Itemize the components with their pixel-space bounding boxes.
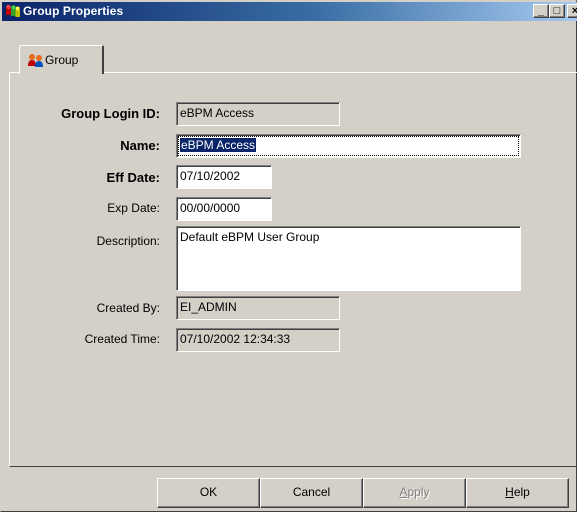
eff-date-label: Eff Date: [106, 170, 160, 185]
title-bar[interactable]: Group Properties _ □ × [2, 2, 577, 21]
name-input[interactable]: eBPM Access [176, 134, 521, 158]
group-login-id-field: eBPM Access [176, 102, 340, 126]
maximize-button[interactable]: □ [549, 4, 565, 18]
apply-button[interactable]: Apply [363, 478, 466, 508]
group-icon [28, 54, 43, 67]
tab-strip: Group [9, 42, 577, 74]
exp-date-value: 00/00/0000 [180, 201, 241, 215]
name-value: eBPM Access [180, 138, 257, 152]
created-by-label: Created By: [96, 301, 160, 315]
exp-date-label: Exp Date: [107, 201, 160, 215]
description-value: Default eBPM User Group [180, 230, 320, 244]
created-time-value: 07/10/2002 12:34:33 [180, 332, 291, 346]
name-label: Name: [120, 138, 160, 153]
tab-group-label: Group [45, 53, 79, 67]
tab-group[interactable]: Group [19, 45, 104, 74]
created-by-value: EI_ADMIN [180, 300, 237, 314]
group-app-icon [6, 4, 20, 17]
group-login-id-label: Group Login ID: [61, 106, 160, 121]
created-time-field: 07/10/2002 12:34:33 [176, 328, 340, 352]
ok-button[interactable]: OK [157, 478, 260, 508]
description-textarea[interactable]: Default eBPM User Group [176, 226, 521, 291]
exp-date-input[interactable]: 00/00/0000 [176, 197, 272, 221]
group-tab-panel: Group Login ID: eBPM Access Name: eBPM A… [9, 72, 577, 467]
window-title: Group Properties [23, 4, 124, 18]
group-properties-window: Group Properties _ □ × Group Group Login… [0, 0, 577, 512]
eff-date-value: 07/10/2002 [180, 169, 241, 183]
group-login-id-value: eBPM Access [180, 106, 255, 120]
minimize-button[interactable]: _ [533, 4, 549, 18]
help-button[interactable]: Help [466, 478, 569, 508]
cancel-button[interactable]: Cancel [260, 478, 363, 508]
button-bar: OK Cancel Apply Help [1, 478, 577, 508]
eff-date-input[interactable]: 07/10/2002 [176, 165, 272, 189]
created-time-label: Created Time: [84, 332, 160, 346]
close-button[interactable]: × [567, 4, 577, 18]
description-label: Description: [96, 234, 160, 248]
created-by-field: EI_ADMIN [176, 296, 340, 320]
